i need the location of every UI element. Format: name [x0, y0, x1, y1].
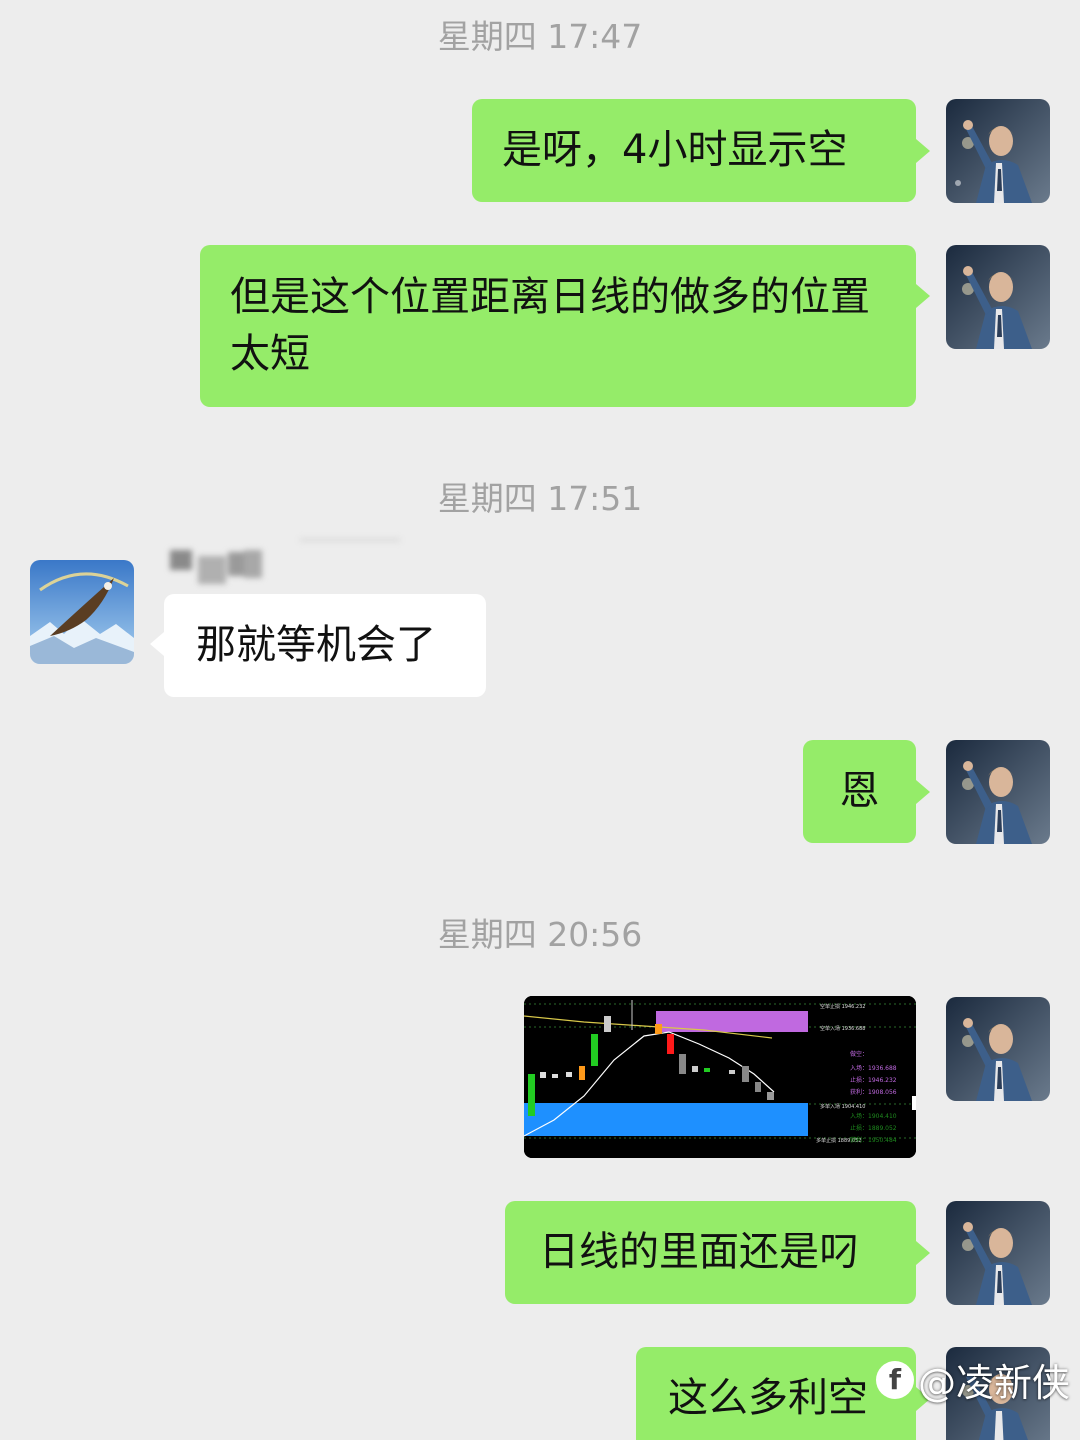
chart-signal-label: 入场：1936.688 [850, 1064, 897, 1072]
person-avatar-icon [946, 740, 1050, 844]
timestamp: 星期四 17:47 [437, 17, 643, 56]
message-bubble-sent[interactable]: 是呀，4小时显示空 [472, 99, 916, 202]
watermark-text: @凌新侠 [917, 1361, 1070, 1405]
chart-signal-label: 入场：1904.410 [850, 1112, 897, 1120]
watermark: f @凌新侠 [875, 1352, 1070, 1407]
my-avatar[interactable] [946, 245, 1050, 349]
my-avatar[interactable] [946, 997, 1050, 1101]
timestamp: 星期四 17:51 [437, 479, 643, 518]
message-text: 恩 [839, 768, 880, 814]
chart-signal-label: 获利：1908.056 [850, 1088, 897, 1096]
chart-right-label: 空单止损 1946.232 [820, 1003, 865, 1010]
chart-signal-label: 止损：1946.232 [850, 1076, 897, 1084]
message-text: 但是这个位置距离日线的做多的位置太短 [230, 274, 870, 377]
person-avatar-icon [946, 245, 1050, 349]
message-bubble-sent[interactable]: 恩 [803, 740, 916, 843]
trading-chart-image: 空单止损 1946.232 空单入场 1936.688 多单入场 1904.41… [524, 996, 916, 1158]
chart-signal-label: 获利：1950.484 [850, 1136, 897, 1144]
person-avatar-icon [946, 997, 1050, 1101]
message-bubble-sent[interactable]: 但是这个位置距离日线的做多的位置太短 [200, 245, 916, 407]
my-avatar[interactable] [946, 1201, 1050, 1305]
my-avatar[interactable] [946, 99, 1050, 203]
bubble-tail [916, 284, 930, 308]
chart-signal-label: 做空： [850, 1050, 868, 1058]
bubble-tail [916, 139, 930, 163]
person-avatar-icon [946, 1201, 1050, 1305]
bubble-tail [150, 632, 164, 656]
message-bubble-sent[interactable]: 日线的里面还是叼 [505, 1201, 916, 1304]
message-text: 这么多利空 [668, 1375, 868, 1421]
message-text: 是呀，4小时显示空 [502, 127, 848, 173]
person-avatar-icon [946, 99, 1050, 203]
contact-avatar[interactable] [30, 560, 134, 664]
my-avatar[interactable] [946, 740, 1050, 844]
platform-logo-icon: f [875, 1360, 914, 1399]
message-text: 那就等机会了 [196, 622, 436, 668]
eagle-avatar-icon [30, 560, 134, 664]
bubble-tail [916, 780, 930, 804]
chart-right-label: 空单入场 1936.688 [820, 1025, 865, 1032]
message-bubble-received[interactable]: 那就等机会了 [164, 594, 486, 697]
message-text: 日线的里面还是叼 [539, 1229, 859, 1275]
sender-nickname-blurred [140, 526, 400, 588]
timestamp: 星期四 20:56 [437, 915, 643, 954]
bubble-tail [916, 1241, 930, 1265]
chart-right-label: 多单入场 1904.410 [820, 1103, 865, 1110]
image-message[interactable]: 空单止损 1946.232 空单入场 1936.688 多单入场 1904.41… [524, 996, 916, 1158]
chart-signal-label: 止损：1889.052 [850, 1124, 897, 1132]
message-bubble-sent[interactable]: 这么多利空 [636, 1347, 916, 1440]
